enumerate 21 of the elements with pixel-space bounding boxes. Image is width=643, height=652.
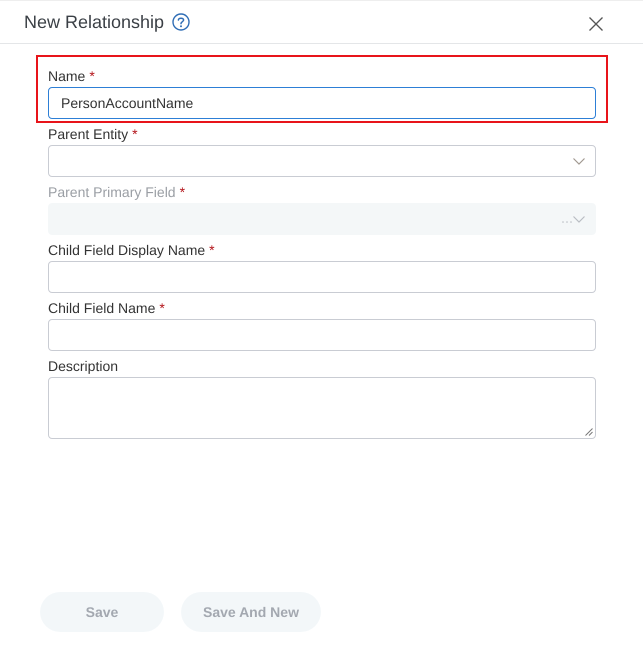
text-field[interactable] bbox=[48, 319, 596, 351]
field-label: Parent Primary Field bbox=[48, 183, 176, 202]
dropdown-field[interactable] bbox=[48, 145, 596, 177]
required-asterisk: * bbox=[209, 241, 215, 260]
field-label: Parent Entity bbox=[48, 125, 128, 144]
field-label: Name bbox=[48, 67, 86, 86]
required-asterisk: * bbox=[89, 67, 95, 86]
field-label: Child Field Display Name bbox=[48, 241, 206, 260]
field-label: Description bbox=[48, 357, 118, 376]
field-label: Child Field Name bbox=[48, 299, 156, 318]
close-icon[interactable] bbox=[589, 17, 603, 31]
required-asterisk: * bbox=[159, 299, 165, 318]
text-field[interactable]: PersonAccountName bbox=[48, 87, 596, 119]
required-asterisk: * bbox=[132, 125, 138, 144]
text-field[interactable] bbox=[48, 261, 596, 293]
required-asterisk: * bbox=[180, 183, 186, 202]
chevron-down-icon bbox=[573, 216, 585, 222]
chevron-down-icon bbox=[573, 158, 585, 164]
help-icon[interactable] bbox=[172, 13, 190, 31]
dialog-title: New Relationship bbox=[24, 11, 164, 33]
resize-handle-icon[interactable] bbox=[585, 428, 593, 436]
